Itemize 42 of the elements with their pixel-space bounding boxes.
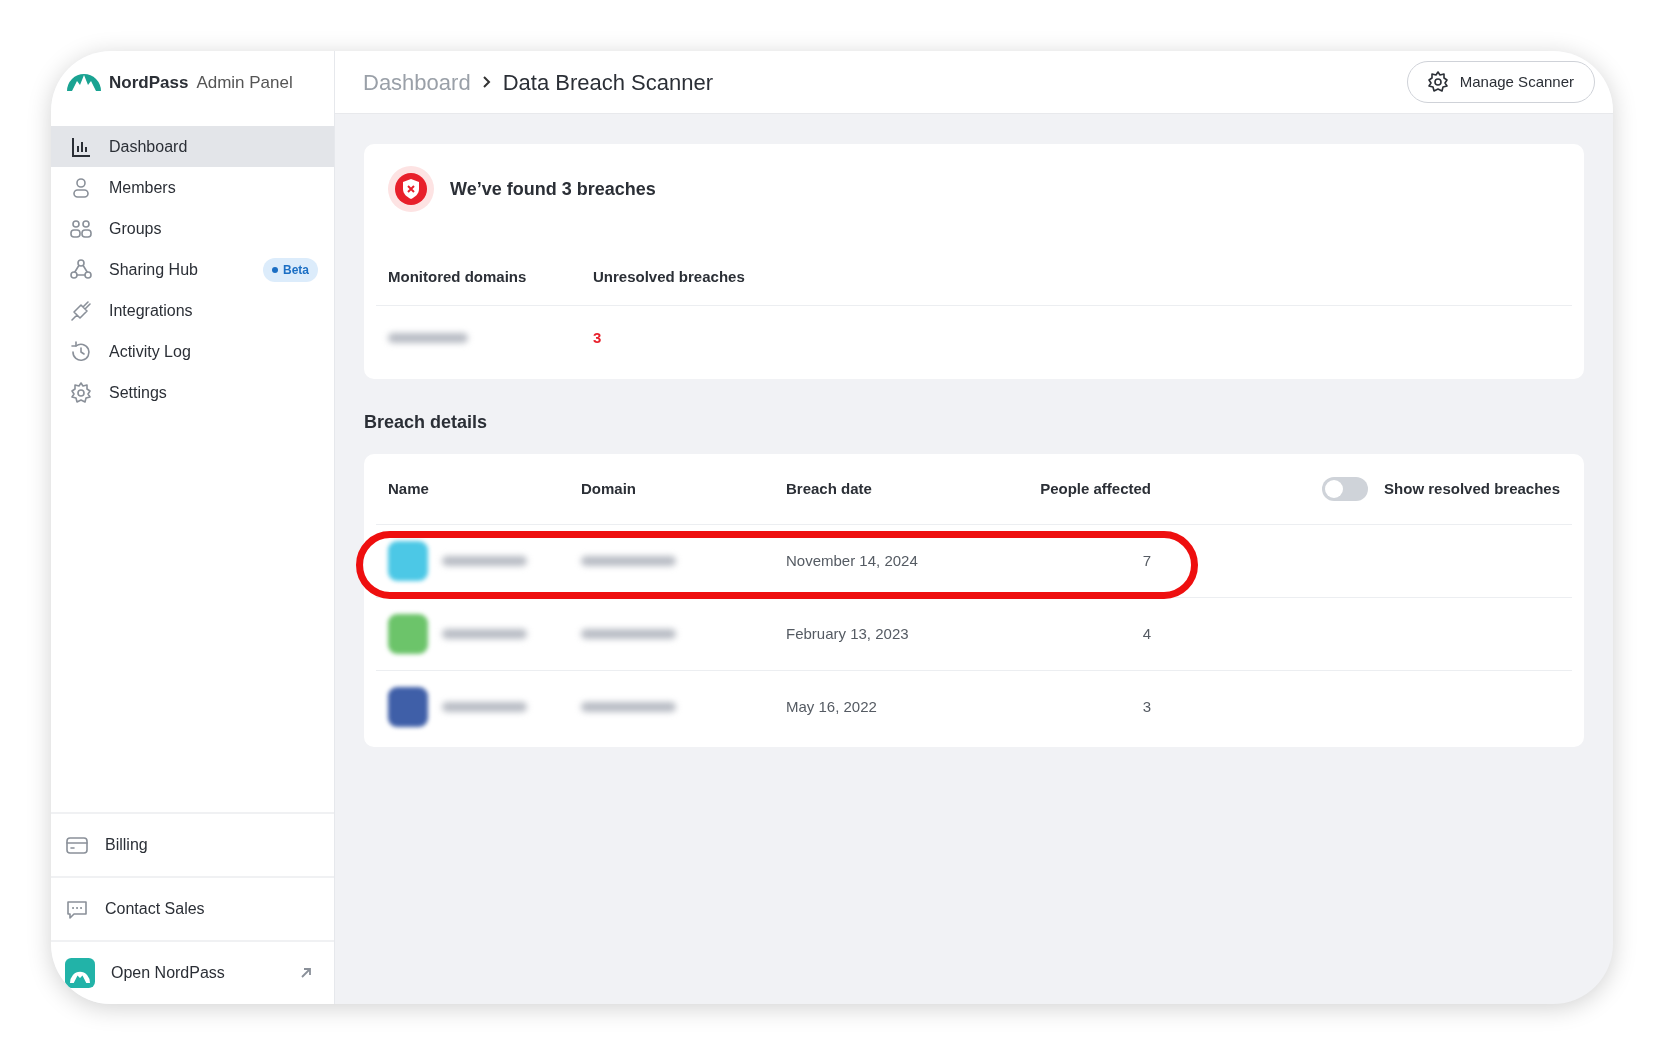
brand-name: NordPass xyxy=(109,71,189,94)
beta-badge: Beta xyxy=(263,257,318,282)
toggle-switch[interactable] xyxy=(1322,477,1369,501)
section-title: Breach details xyxy=(364,411,489,434)
column-header: Breach date xyxy=(786,478,873,499)
sidebar-item[interactable]: Activity Log xyxy=(51,331,334,372)
settings-icon xyxy=(1425,70,1450,94)
chevron-icon xyxy=(480,75,493,89)
toggle-label: Show resolved breaches xyxy=(1384,478,1560,499)
sidebar-item[interactable]: Open NordPass xyxy=(51,940,334,1004)
page-title: Data Breach Scanner xyxy=(502,68,713,97)
plug-icon xyxy=(69,298,93,323)
sidebar-item[interactable]: Integrations xyxy=(51,290,334,331)
nordpass-app-icon xyxy=(65,958,95,988)
sidebar-item[interactable]: Billing xyxy=(51,812,334,876)
breach-summary-title: We’ve found 3 breaches xyxy=(450,177,656,201)
column-header: Monitored domains xyxy=(388,267,528,288)
history-icon xyxy=(69,339,93,364)
hub-icon xyxy=(69,257,93,282)
external-link-icon xyxy=(300,967,312,979)
sidebar-item[interactable]: Contact Sales xyxy=(51,876,334,940)
column-header: Unresolved breaches xyxy=(593,267,745,288)
table-cell-text: February 13, 2023 xyxy=(786,623,910,644)
sidebar-item[interactable]: Settings xyxy=(51,372,334,413)
column-header: Name xyxy=(387,478,430,499)
nordpass-logo xyxy=(67,74,101,91)
column-header: People affected xyxy=(1039,478,1151,499)
panel-title: Admin Panel xyxy=(196,71,293,94)
sidebar-item[interactable]: Members xyxy=(51,167,334,208)
sidebar-item[interactable]: Groups xyxy=(51,208,334,249)
unresolved-count: 3 xyxy=(593,328,602,349)
sidebar-item[interactable]: Sharing Hub Beta xyxy=(51,249,334,290)
table-cell-text: May 16, 2022 xyxy=(786,696,878,717)
table-cell-text: 4 xyxy=(1141,623,1151,644)
shield-alert-icon xyxy=(388,166,434,212)
column-header: Domain xyxy=(581,478,637,499)
settings-icon xyxy=(69,380,93,405)
table-cell-text: November 14, 2024 xyxy=(786,550,919,571)
table-cell-text: 3 xyxy=(1141,696,1151,717)
sidebar-item[interactable]: Dashboard xyxy=(51,126,334,167)
table-cell-text: 7 xyxy=(1141,550,1151,571)
manage-scanner-button[interactable]: Manage Scanner xyxy=(1406,61,1595,103)
